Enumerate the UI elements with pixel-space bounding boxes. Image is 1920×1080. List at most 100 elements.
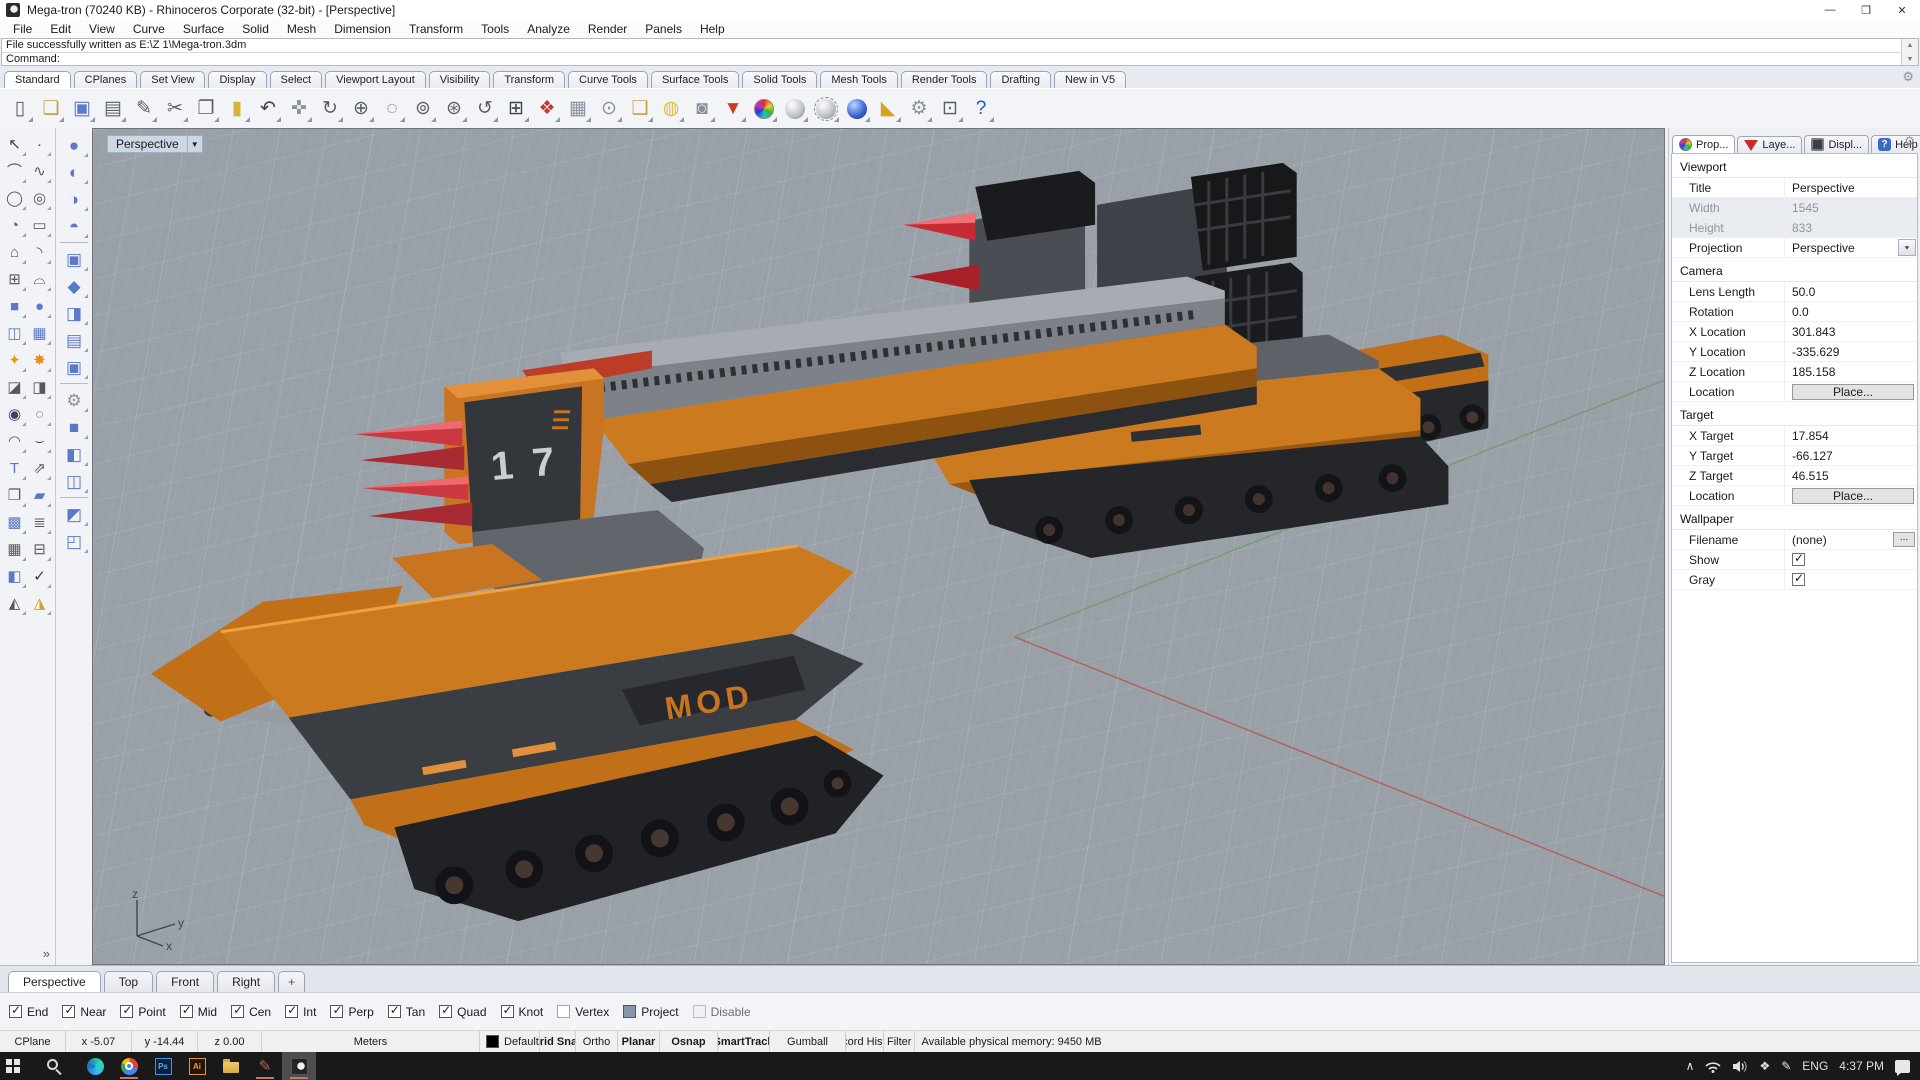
tool-button[interactable]: ◮ — [27, 590, 52, 617]
gray-checkbox[interactable] — [1792, 571, 1805, 586]
tool-button[interactable]: ▤ — [59, 327, 89, 354]
toolbar-tab[interactable]: Transform — [493, 71, 566, 88]
status-cell[interactable]: Planar — [618, 1031, 660, 1052]
toolbar-button[interactable]: ✎ — [129, 93, 159, 125]
show-checkbox[interactable] — [1792, 551, 1805, 566]
y-target-field[interactable]: -66.127 — [1784, 446, 1917, 465]
viewport-tab[interactable]: Front — [156, 971, 215, 992]
tool-button[interactable]: ⌣ — [27, 428, 52, 455]
toolbar-button[interactable]: ▣ — [67, 93, 97, 125]
taskbar-illustrator[interactable]: Ai — [180, 1052, 214, 1080]
viewport-tab[interactable]: Top — [103, 971, 154, 992]
tool-button[interactable]: ▰ — [27, 482, 52, 509]
command-prompt[interactable]: Command: — [2, 53, 1901, 66]
status-cell[interactable]: Osnap — [660, 1031, 718, 1052]
target-place-button[interactable]: Place... — [1792, 487, 1914, 504]
taskbar-edge[interactable] — [78, 1052, 112, 1080]
language-indicator[interactable]: ENG — [1802, 1059, 1828, 1073]
osnap-checkbox[interactable] — [9, 1003, 22, 1018]
toolbar-button[interactable]: ✂ — [160, 93, 190, 125]
tool-button[interactable]: ● — [27, 293, 52, 320]
toolbar-button[interactable]: ✜ — [284, 93, 314, 125]
menu-item[interactable]: Help — [691, 20, 734, 38]
taskbar-photoshop[interactable]: Ps — [146, 1052, 180, 1080]
taskbar-file-explorer[interactable] — [214, 1052, 248, 1080]
notification-center-icon[interactable] — [1895, 1059, 1910, 1076]
tool-button[interactable] — [60, 495, 88, 498]
sidebar-overflow-chevron[interactable]: » — [43, 946, 50, 961]
chevron-down-icon[interactable] — [1898, 239, 1916, 256]
scroll-up-icon[interactable] — [1902, 39, 1918, 51]
toolbar-tab[interactable]: Solid Tools — [742, 71, 818, 88]
tool-button[interactable]: ◫ — [2, 320, 27, 347]
tab-display[interactable]: Displ... — [1804, 135, 1870, 153]
rotation-value-field[interactable]: 0.0 — [1784, 302, 1917, 321]
toolbar-tab[interactable]: CPlanes — [73, 71, 138, 88]
osnap-toggle[interactable]: Point — [120, 1003, 166, 1019]
osnap-checkbox[interactable] — [330, 1003, 344, 1018]
tool-button[interactable]: ⌂ — [2, 239, 27, 266]
osnap-toggle[interactable]: Perp — [330, 1003, 374, 1019]
osnap-toggle[interactable]: Project — [623, 1005, 679, 1019]
osnap-checkbox[interactable] — [623, 1005, 637, 1018]
tool-button[interactable]: ⌒ — [2, 158, 27, 185]
z-location-field[interactable]: 185.158 — [1784, 362, 1917, 381]
toolbar-button[interactable]: ▦ — [563, 93, 593, 125]
tool-button[interactable]: ▭ — [27, 212, 52, 239]
menu-item[interactable]: View — [80, 20, 124, 38]
taskbar-pencil-app[interactable]: ✎ — [248, 1052, 282, 1080]
osnap-checkbox[interactable] — [387, 1003, 401, 1018]
toolbar-tab[interactable]: Standard — [4, 71, 71, 88]
wifi-icon[interactable] — [1705, 1060, 1722, 1073]
tool-button[interactable]: ↖ — [2, 131, 27, 158]
lens-value-field[interactable]: 50.0 — [1784, 282, 1917, 301]
osnap-checkbox[interactable] — [439, 1003, 453, 1018]
tool-button[interactable]: ◧ — [59, 441, 89, 468]
menu-item[interactable]: Edit — [41, 20, 80, 38]
viewport-title-caret-icon[interactable] — [186, 136, 202, 152]
tool-button[interactable] — [60, 381, 88, 384]
tool-button[interactable]: ⊞ — [2, 266, 27, 293]
restore-button[interactable]: ❐ — [1848, 0, 1884, 20]
osnap-toggle[interactable]: Cen — [231, 1003, 271, 1019]
tool-button[interactable]: ◎ — [27, 185, 52, 212]
status-cell[interactable]: Default — [480, 1031, 540, 1052]
status-cell[interactable]: y -14.44 — [132, 1031, 198, 1052]
menu-item[interactable]: Mesh — [278, 20, 325, 38]
toolbar-tab[interactable]: New in V5 — [1053, 71, 1127, 88]
tool-button[interactable]: ⊟ — [27, 536, 52, 563]
osnap-toggle[interactable]: Quad — [439, 1003, 487, 1019]
toolbar-button[interactable]: ⊛ — [439, 93, 469, 125]
toolbar-gear-icon[interactable]: ⚙ — [1902, 69, 1914, 85]
tool-button[interactable]: ◧ — [2, 563, 27, 590]
menu-item[interactable]: Analyze — [518, 20, 579, 38]
status-cell[interactable]: CPlane — [0, 1031, 66, 1052]
status-cell[interactable]: Ortho — [576, 1031, 618, 1052]
osnap-checkbox[interactable] — [285, 1003, 299, 1018]
scroll-down-icon[interactable] — [1902, 53, 1918, 65]
menu-item[interactable]: Curve — [124, 20, 174, 38]
status-cell[interactable]: Available physical memory: 9450 MB — [915, 1031, 1920, 1052]
status-cell[interactable]: x -5.07 — [66, 1031, 132, 1052]
command-scrollbar[interactable] — [1901, 39, 1918, 65]
toolbar-tab[interactable]: Surface Tools — [650, 71, 740, 88]
status-cell[interactable]: Gumball — [770, 1031, 846, 1052]
tool-button[interactable]: ▦ — [2, 536, 27, 563]
tool-button[interactable]: ■ — [2, 293, 27, 320]
viewport-tab[interactable]: Perspective — [8, 971, 101, 992]
tool-button[interactable]: ✓ — [27, 563, 52, 590]
toolbar-tab[interactable]: Mesh Tools — [820, 71, 898, 88]
tool-button[interactable]: ▦ — [27, 320, 52, 347]
toolbar-button[interactable]: ? — [966, 93, 996, 125]
toolbar-button[interactable]: ▯ — [5, 93, 35, 125]
toolbar-button[interactable]: ↻ — [315, 93, 345, 125]
tool-button[interactable]: ◆ — [59, 273, 89, 300]
toolbar-button[interactable]: ◣ — [873, 93, 903, 125]
menu-item[interactable]: Solid — [233, 20, 278, 38]
tool-button[interactable]: ◠ — [2, 428, 27, 455]
z-target-field[interactable]: 46.515 — [1784, 466, 1917, 485]
y-location-field[interactable]: -335.629 — [1784, 342, 1917, 361]
close-button[interactable]: ✕ — [1884, 0, 1920, 20]
toolbar-button[interactable]: ❑ — [625, 93, 655, 125]
osnap-checkbox[interactable] — [557, 1005, 571, 1018]
